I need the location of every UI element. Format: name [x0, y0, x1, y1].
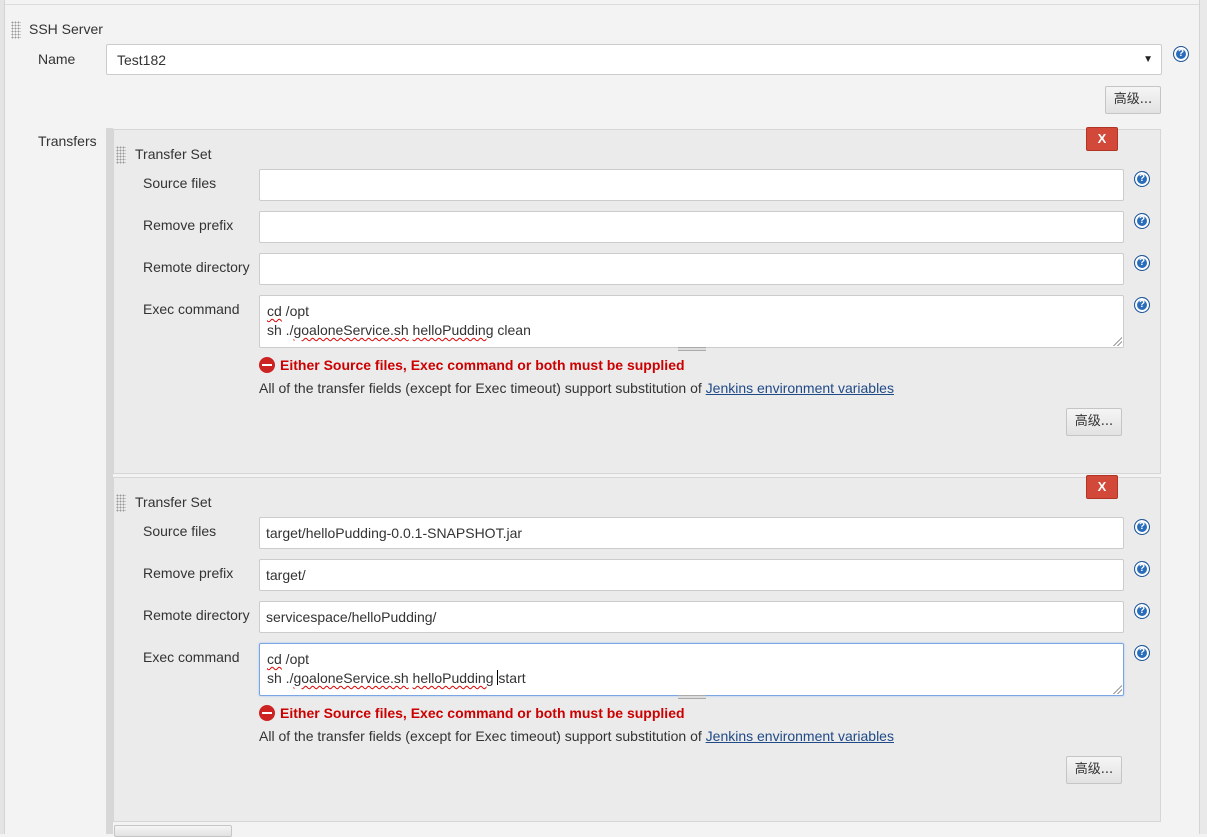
help-icon[interactable]: [1134, 255, 1150, 271]
transfer-advanced-button[interactable]: 高级...: [1066, 756, 1122, 784]
help-icon[interactable]: [1134, 171, 1150, 187]
delete-transfer-set-button[interactable]: X: [1086, 475, 1118, 499]
exec-text: /opt: [281, 651, 310, 667]
error-icon: [259, 357, 275, 373]
help-icon[interactable]: [1173, 46, 1189, 62]
transfers-tree-bar: [106, 128, 113, 834]
remote-directory-input[interactable]: [259, 253, 1124, 285]
remove-prefix-label: Remove prefix: [143, 565, 234, 581]
exec-text: start: [498, 670, 526, 686]
exec-text: sh ./: [267, 322, 294, 338]
exec-text: /opt: [281, 303, 310, 319]
resize-grip-icon[interactable]: [1112, 684, 1122, 694]
transfer-advanced-button[interactable]: 高级...: [1066, 408, 1122, 436]
jenkins-env-vars-link[interactable]: Jenkins environment variables: [706, 380, 894, 396]
drag-handle-icon[interactable]: [116, 494, 126, 512]
transfer-set-title: Transfer Set: [135, 146, 212, 162]
help-icon[interactable]: [1134, 645, 1150, 661]
exec-command-textarea[interactable]: cd /opt sh ./goaloneService.sh helloPudd…: [259, 643, 1124, 696]
remove-prefix-input[interactable]: [259, 211, 1124, 243]
exec-text: helloPudding: [412, 670, 494, 686]
exec-text: sh ./: [267, 670, 294, 686]
error-message: Either Source files, Exec command or bot…: [280, 705, 685, 721]
help-icon[interactable]: [1134, 297, 1150, 313]
add-transfer-set-button[interactable]: [114, 825, 232, 837]
remove-prefix-label: Remove prefix: [143, 217, 234, 233]
exec-command-label: Exec command: [143, 301, 240, 317]
error-icon: [259, 705, 275, 721]
name-label: Name: [38, 51, 76, 67]
transfer-set-title: Transfer Set: [135, 494, 212, 510]
exec-text: cd: [267, 651, 282, 667]
help-icon[interactable]: [1134, 603, 1150, 619]
vertical-resize-handle[interactable]: [678, 695, 706, 699]
ssh-advanced-button[interactable]: 高级...: [1105, 86, 1161, 114]
server-name-value: Test182: [117, 52, 167, 68]
drag-handle-icon[interactable]: [11, 21, 21, 39]
top-border: [5, 4, 1199, 5]
delete-transfer-set-button[interactable]: X: [1086, 127, 1118, 151]
help-icon[interactable]: [1134, 561, 1150, 577]
source-files-input[interactable]: target/helloPudding-0.0.1-SNAPSHOT.jar: [259, 517, 1124, 549]
exec-text: cd: [267, 303, 282, 319]
left-edge: [0, 0, 5, 834]
exec-text: clean: [493, 322, 531, 338]
info-text: All of the transfer fields (except for E…: [259, 380, 894, 396]
vertical-resize-handle[interactable]: [678, 347, 706, 351]
exec-text: helloPudding: [412, 322, 494, 338]
info-text: All of the transfer fields (except for E…: [259, 728, 894, 744]
right-scroll-edge[interactable]: [1199, 0, 1207, 834]
exec-text: goaloneService.sh: [293, 670, 409, 686]
help-icon[interactable]: [1134, 519, 1150, 535]
remote-directory-label: Remote directory: [143, 259, 250, 275]
error-message: Either Source files, Exec command or bot…: [280, 357, 685, 373]
resize-grip-icon[interactable]: [1112, 336, 1122, 346]
exec-command-textarea[interactable]: cd /opt sh ./goaloneService.sh helloPudd…: [259, 295, 1124, 348]
chevron-down-icon: ▼: [1143, 54, 1153, 65]
source-files-label: Source files: [143, 523, 217, 539]
remote-directory-label: Remote directory: [143, 607, 250, 623]
exec-text: goaloneService.sh: [293, 322, 409, 338]
exec-command-label: Exec command: [143, 649, 240, 665]
info-text-body: All of the transfer fields (except for E…: [259, 728, 706, 744]
source-files-label: Source files: [143, 175, 217, 191]
help-icon[interactable]: [1134, 213, 1150, 229]
server-name-select[interactable]: Test182 ▼: [106, 44, 1162, 75]
ssh-server-title: SSH Server: [29, 21, 103, 37]
info-text-body: All of the transfer fields (except for E…: [259, 380, 706, 396]
jenkins-env-vars-link[interactable]: Jenkins environment variables: [706, 728, 894, 744]
remove-prefix-input[interactable]: target/: [259, 559, 1124, 591]
transfers-label: Transfers: [38, 133, 97, 149]
drag-handle-icon[interactable]: [116, 146, 126, 164]
remote-directory-input[interactable]: servicespace/helloPudding/: [259, 601, 1124, 633]
source-files-input[interactable]: [259, 169, 1124, 201]
